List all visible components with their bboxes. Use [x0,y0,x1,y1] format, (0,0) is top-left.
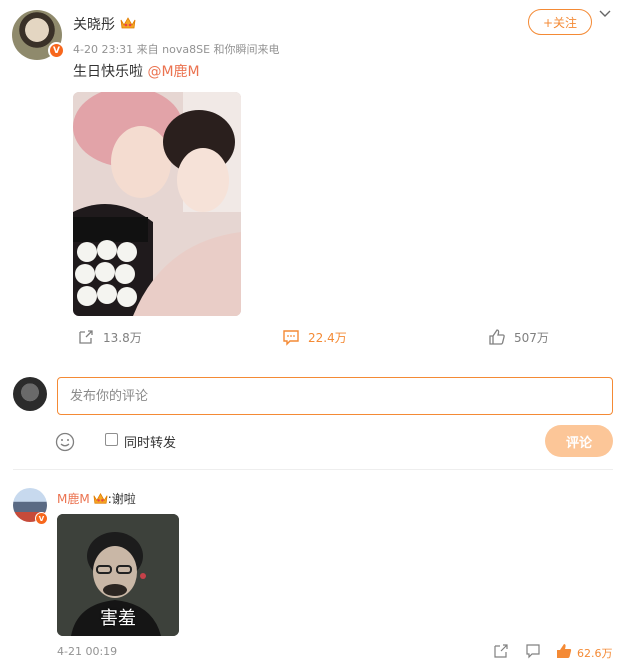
comment-action[interactable]: 22.4万 [282,328,347,346]
share-icon[interactable] [493,643,509,659]
vip-crown-icon [120,17,136,29]
my-avatar [13,377,47,411]
divider [13,469,613,470]
comment-like-count: 62.6万 [577,647,613,660]
like-count: 507万 [514,330,549,345]
like-action[interactable]: 507万 [488,328,549,346]
comment-text: 谢啦 [111,492,136,506]
post-text: 生日快乐啦 @M鹿M [73,62,200,82]
repost-action[interactable]: 13.8万 [77,328,142,346]
comment-line: M鹿M : 谢啦 [57,490,136,507]
vip-crown-icon [93,493,108,504]
mention-link[interactable]: @M鹿M [147,64,199,80]
comment-meme-image[interactable]: 害羞 [57,514,179,636]
thumbs-up-icon[interactable] [556,643,572,659]
meme-caption: 害羞 [100,608,136,629]
photo-illustration [73,92,241,316]
repost-checkbox[interactable] [105,433,118,446]
comment-icon[interactable] [525,643,541,659]
repost-count: 13.8万 [103,330,142,345]
post-meta: 4-20 23:31 来自 nova8SE 和你瞬间来电 [73,41,280,57]
emoji-icon[interactable] [55,432,75,452]
comment-time: 4-21 00:19 [57,645,118,658]
post-time[interactable]: 4-20 23:31 [73,43,133,56]
comment-input[interactable] [57,377,613,415]
commenter-name[interactable]: M鹿M [57,490,90,507]
chevron-down-icon[interactable] [598,7,612,21]
share-icon [79,330,93,344]
post-source: 来自 nova8SE 和你瞬间来电 [136,43,280,56]
post-photo[interactable] [73,92,241,316]
comment-count: 22.4万 [308,330,347,345]
repost-checkbox-label[interactable]: 同时转发 [124,432,176,451]
author-name[interactable]: 关晓彤 [73,14,115,34]
comment-icon [283,330,299,346]
commenter-verified-badge: V [35,512,48,525]
post-body: 生日快乐啦 [73,64,143,80]
verified-badge: V [48,42,65,59]
thumbs-up-icon [489,329,505,345]
submit-comment-button[interactable]: 评论 [545,425,613,457]
follow-button[interactable]: +关注 [528,9,592,35]
